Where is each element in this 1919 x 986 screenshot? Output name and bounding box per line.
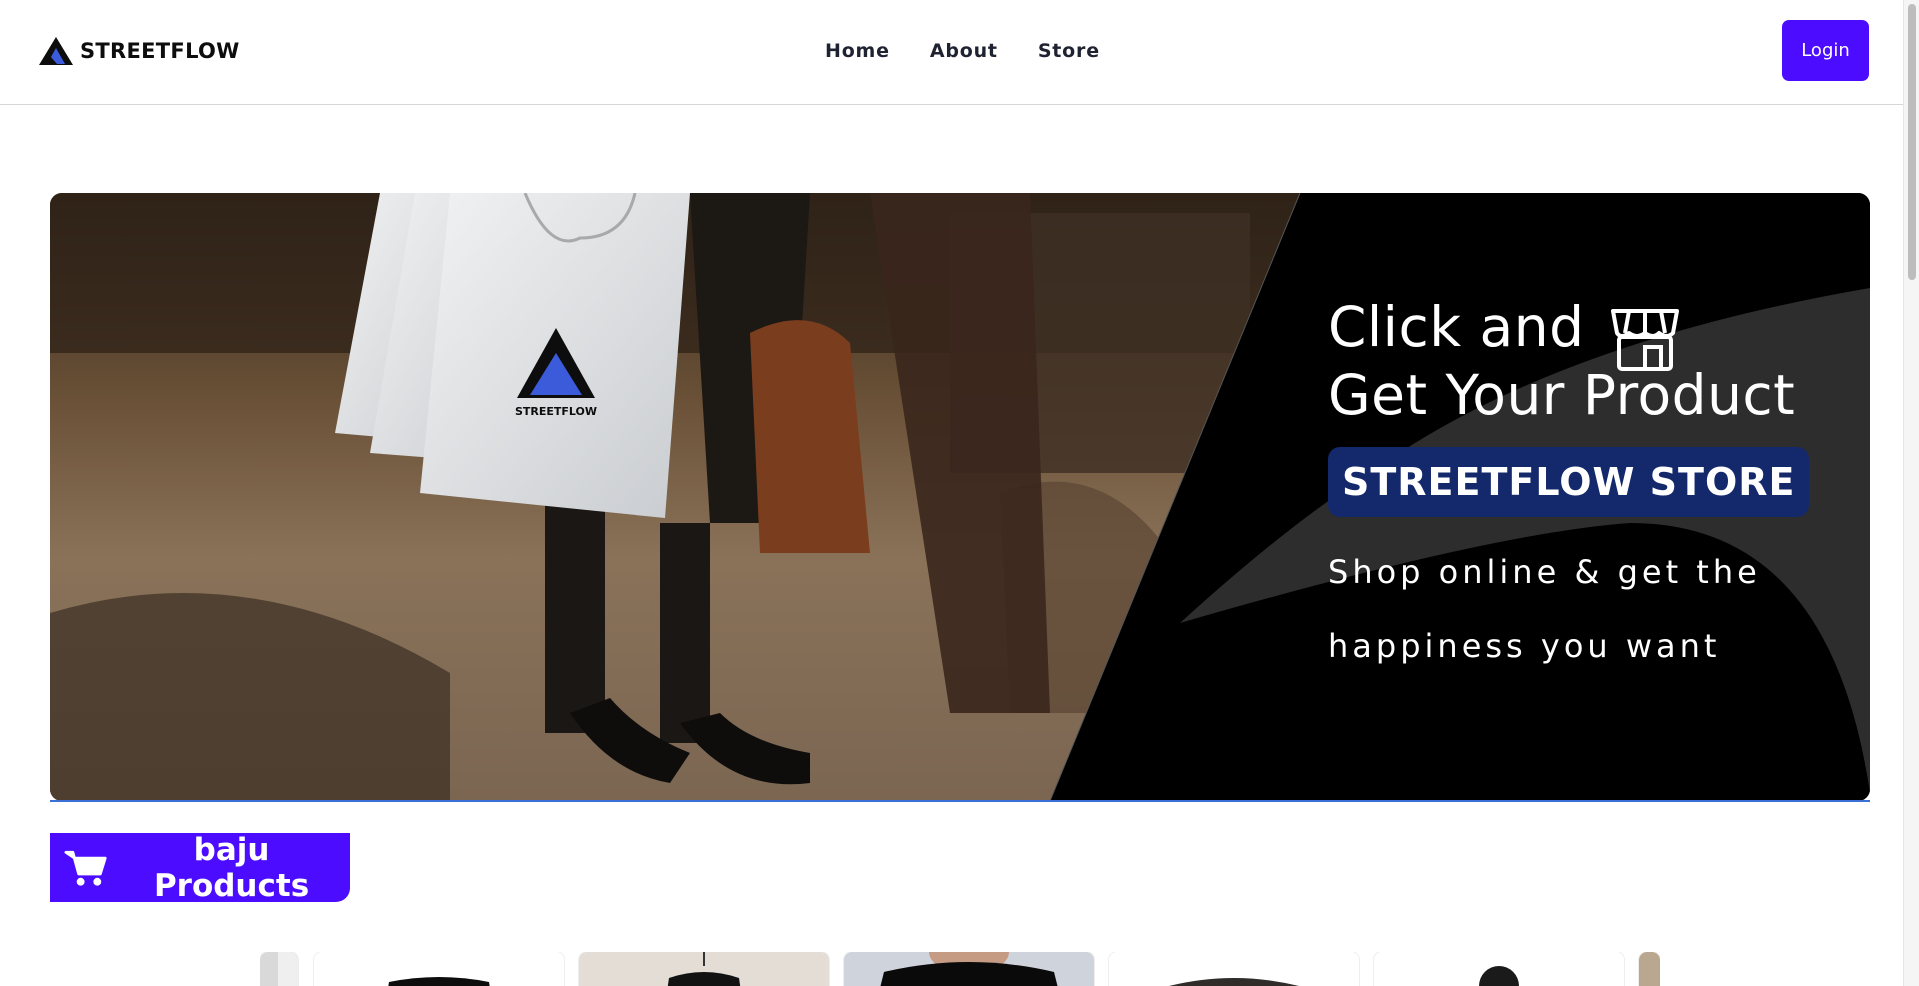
product-card-partial-right[interactable]	[1639, 952, 1660, 986]
nav-store[interactable]: Store	[1038, 40, 1100, 62]
nav-about[interactable]: About	[930, 40, 998, 62]
storefront-icon	[1611, 309, 1679, 371]
product-image	[1639, 952, 1660, 986]
product-image	[579, 952, 829, 986]
site-header: STREETFLOW Home About Store Login	[0, 0, 1903, 105]
product-card-partial-left[interactable]	[260, 952, 298, 986]
hero-text-block: Click and Get Your Product STREETFLOW ST…	[1328, 293, 1810, 665]
hero-headline-line2: Get Your Product	[1328, 363, 1796, 427]
hero-divider	[50, 800, 1870, 802]
hero-banner: STREETFLOW Click and Get Your Product ST…	[50, 193, 1870, 801]
nav-home[interactable]: Home	[825, 40, 890, 62]
product-image	[1109, 952, 1359, 986]
bag-logo-text: STREETFLOW	[515, 405, 597, 418]
main-nav: Home About Store	[825, 40, 1100, 62]
product-card-4[interactable]	[1109, 952, 1359, 986]
store-badge: STREETFLOW STORE	[1328, 447, 1810, 517]
product-card-3[interactable]	[844, 952, 1094, 986]
cart-icon	[64, 850, 107, 886]
brand-logo[interactable]: STREETFLOW	[38, 36, 240, 66]
product-card-1[interactable]	[314, 952, 564, 986]
product-card-5[interactable]	[1374, 952, 1624, 986]
hero-headline-line1: Click and	[1328, 295, 1585, 359]
brand-name: STREETFLOW	[80, 39, 240, 63]
product-image	[260, 952, 298, 986]
product-image	[844, 952, 1094, 986]
section-label: baju Products	[153, 831, 310, 904]
hero-subtitle-line2: happiness you want	[1328, 627, 1721, 665]
product-image	[1374, 952, 1624, 986]
streetflow-logo-icon	[39, 37, 73, 65]
scrollbar-thumb[interactable]	[1908, 4, 1916, 280]
page-scrollbar[interactable]	[1903, 0, 1919, 986]
product-carousel	[260, 952, 1660, 986]
product-image	[314, 952, 564, 986]
hero-subtitle-line1: Shop online & get the	[1328, 553, 1761, 591]
baju-products-button[interactable]: baju Products	[50, 831, 350, 904]
product-card-2[interactable]	[579, 952, 829, 986]
login-button[interactable]: Login	[1782, 20, 1869, 81]
